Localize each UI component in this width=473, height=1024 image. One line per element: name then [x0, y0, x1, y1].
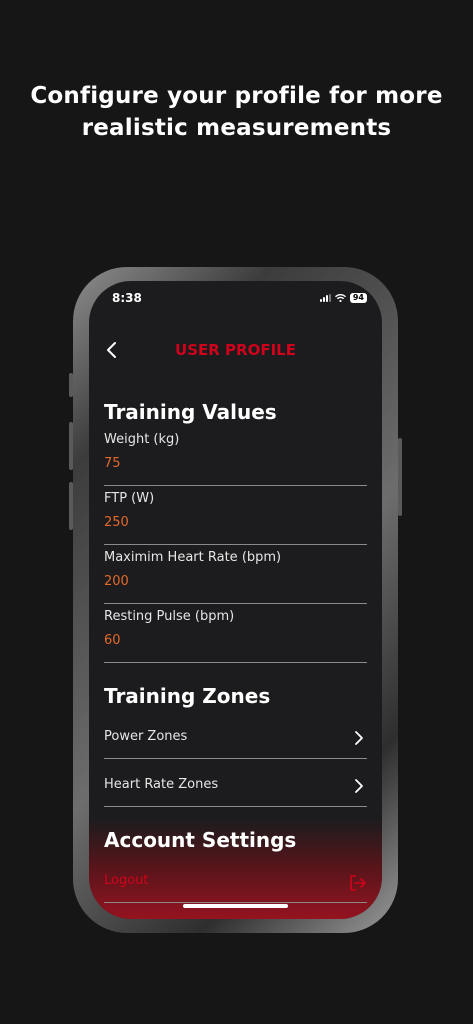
- status-bar: 8:38 94: [89, 281, 382, 317]
- resting-pulse-value[interactable]: 60: [104, 633, 121, 648]
- weight-field[interactable]: Weight (kg) 75: [104, 427, 367, 486]
- promo-headline: Configure your profile for more realisti…: [0, 80, 473, 144]
- training-values-heading: Training Values: [104, 400, 277, 424]
- status-time: 8:38: [112, 291, 142, 305]
- home-indicator[interactable]: [183, 904, 288, 908]
- training-zones-heading: Training Zones: [104, 684, 271, 708]
- weight-label: Weight (kg): [104, 432, 180, 447]
- account-settings-heading: Account Settings: [104, 828, 297, 852]
- max-heart-rate-field[interactable]: Maximim Heart Rate (bpm) 200: [104, 545, 367, 604]
- nav-bar: USER PROFILE: [89, 333, 382, 367]
- logout-icon: [350, 875, 366, 891]
- ftp-label: FTP (W): [104, 491, 155, 506]
- ftp-value[interactable]: 250: [104, 515, 129, 530]
- heart-rate-zones-row[interactable]: Heart Rate Zones: [104, 759, 367, 807]
- phone-frame: 8:38 94 USER PROFILE Training Values Wei…: [73, 267, 398, 933]
- resting-pulse-field[interactable]: Resting Pulse (bpm) 60: [104, 604, 367, 663]
- resting-pulse-label: Resting Pulse (bpm): [104, 609, 235, 624]
- promo-headline-line-1: Configure your profile for more: [30, 83, 443, 109]
- chevron-right-icon: [355, 779, 363, 793]
- ftp-field[interactable]: FTP (W) 250: [104, 486, 367, 545]
- max-heart-rate-label: Maximim Heart Rate (bpm): [104, 550, 282, 565]
- logout-label: Logout: [104, 873, 149, 888]
- profile-content: Training Values Weight (kg) 75 FTP (W) 2…: [104, 397, 367, 903]
- max-heart-rate-value[interactable]: 200: [104, 574, 129, 589]
- status-icons: 94: [319, 293, 367, 303]
- chevron-right-icon: [355, 731, 363, 745]
- promo-headline-line-2: realistic measurements: [81, 115, 392, 141]
- cellular-signal-icon: [319, 294, 331, 302]
- power-zones-row[interactable]: Power Zones: [104, 711, 367, 759]
- wifi-icon: [334, 294, 346, 302]
- phone-screen: 8:38 94 USER PROFILE Training Values Wei…: [89, 281, 382, 919]
- page-title: USER PROFILE: [175, 341, 296, 359]
- weight-value[interactable]: 75: [104, 456, 121, 471]
- battery-icon: 94: [349, 293, 367, 303]
- logout-row[interactable]: Logout: [104, 855, 367, 903]
- heart-rate-zones-label: Heart Rate Zones: [104, 777, 219, 792]
- phone-power-button: [398, 438, 402, 516]
- power-zones-label: Power Zones: [104, 729, 188, 744]
